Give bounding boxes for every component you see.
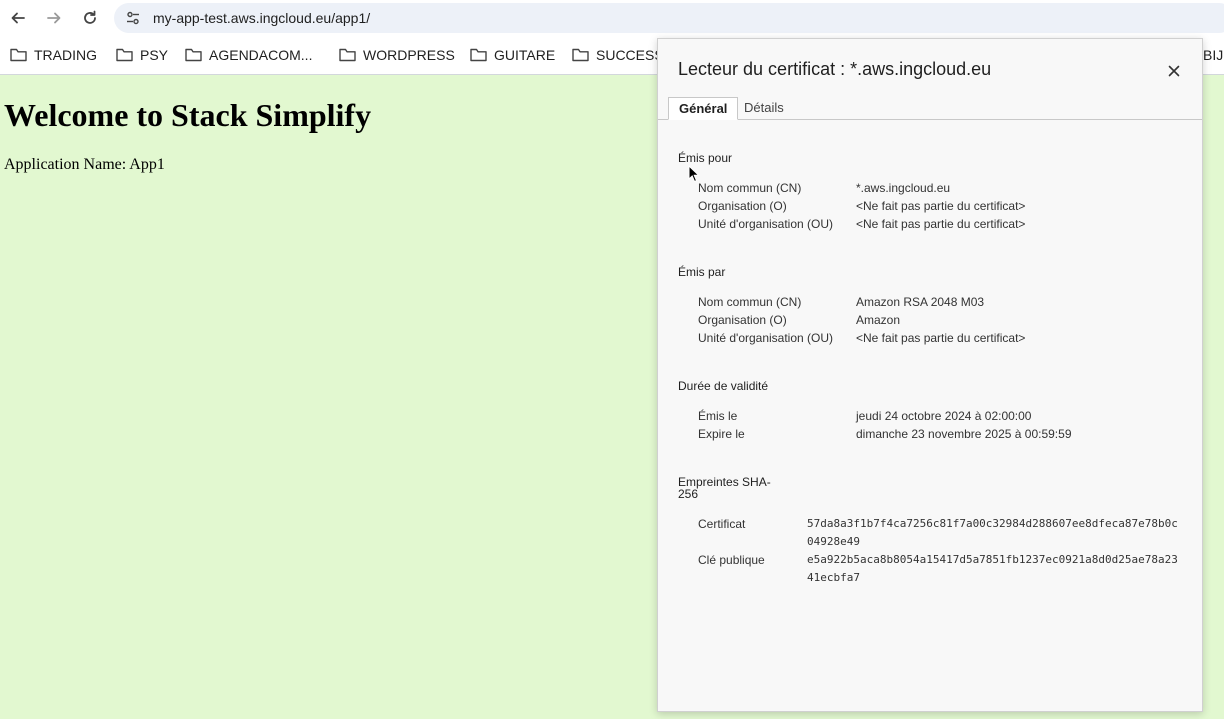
browser-toolbar: my-app-test.aws.ingcloud.eu/app1/ [0, 0, 1224, 36]
bookmark-folder-success[interactable]: SUCCESS [572, 46, 664, 64]
issued-to-ou-label: Unité d'organisation (OU) [698, 217, 834, 231]
folder-icon [470, 48, 487, 62]
fingerprint-cert-value: 57da8a3f1b7f4ca7256c81f7a00c32984d288607… [807, 517, 1178, 548]
section-issued-by-title: Émis par [678, 265, 726, 279]
bookmark-label: BIJ [1203, 47, 1224, 63]
issued-to-ou-value: <Ne fait pas partie du certificat> [856, 217, 1026, 231]
back-arrow-icon [11, 12, 25, 24]
folder-icon [10, 48, 27, 62]
bookmark-label: SUCCESS [596, 47, 664, 63]
fingerprint-pubkey-label: Clé publique [698, 553, 765, 567]
bookmark-label: GUITARE [494, 47, 556, 63]
validity-expires-label: Expire le [698, 427, 745, 441]
folder-icon [116, 48, 133, 62]
validity-issued-label: Émis le [698, 409, 738, 423]
fingerprint-cert-label: Certificat [698, 517, 746, 531]
site-info-tune-icon [127, 11, 139, 25]
mouse-cursor-icon [688, 165, 700, 183]
section-fingerprints-title-line2: 256 [678, 487, 699, 501]
issued-by-o-label: Organisation (O) [698, 313, 787, 327]
section-validity-title: Durée de validité [678, 379, 769, 393]
section-issued-to-title: Émis pour [678, 151, 733, 165]
forward-button[interactable] [42, 6, 66, 30]
issued-to-o-value: <Ne fait pas partie du certificat> [856, 199, 1026, 213]
reload-icon [84, 10, 96, 24]
validity-expires-value: dimanche 23 novembre 2025 à 00:59:59 [856, 427, 1072, 441]
bookmark-folder-wordpress[interactable]: WORDPRESS [339, 46, 455, 64]
page-heading: Welcome to Stack Simplify [4, 97, 372, 133]
folder-icon [185, 48, 202, 62]
reload-button[interactable] [78, 6, 102, 30]
application-name-text: Application Name: App1 [4, 156, 165, 173]
bookmark-folder-bij[interactable]: BIJ [1203, 46, 1223, 64]
issued-by-ou-label: Unité d'organisation (OU) [698, 331, 834, 345]
folder-icon [572, 48, 589, 62]
dialog-tabs: Général Détails [658, 97, 1202, 120]
folder-icon [339, 48, 356, 62]
fingerprint-pubkey-value: e5a922b5aca8b8054a15417d5a7851fb1237ec09… [807, 553, 1178, 584]
issued-to-o-label: Organisation (O) [698, 199, 787, 213]
issued-to-cn-label: Nom commun (CN) [698, 181, 802, 195]
issued-by-ou-value: <Ne fait pas partie du certificat> [856, 331, 1026, 345]
issued-by-o-value: Amazon [856, 313, 901, 327]
tab-general[interactable]: Général [668, 97, 739, 120]
issued-by-cn-label: Nom commun (CN) [698, 295, 802, 309]
tab-details[interactable]: Détails [734, 97, 794, 118]
bookmark-label: PSY [140, 47, 169, 63]
bookmark-folder-guitare[interactable]: GUITARE [470, 46, 555, 64]
close-icon [1168, 65, 1180, 77]
bookmark-label: WORDPRESS [363, 47, 455, 63]
issued-to-cn-value: *.aws.ingcloud.eu [856, 181, 951, 195]
bookmark-folder-psy[interactable]: PSY [116, 46, 168, 64]
issued-by-cn-value: Amazon RSA 2048 M03 [856, 295, 985, 309]
dialog-title: Lecteur du certificat : *.aws.ingcloud.e… [678, 59, 992, 79]
forward-arrow-icon [47, 12, 61, 24]
bookmark-folder-trading[interactable]: TRADING [10, 46, 97, 64]
validity-issued-value: jeudi 24 octobre 2024 à 02:00:00 [856, 409, 1032, 423]
bookmark-label: TRADING [34, 47, 97, 63]
bookmark-folder-agendacom[interactable]: AGENDACOM... [185, 46, 312, 64]
url-text[interactable]: my-app-test.aws.ingcloud.eu/app1/ [153, 9, 370, 27]
close-button[interactable] [1164, 61, 1184, 81]
certificate-viewer-dialog: Lecteur du certificat : *.aws.ingcloud.e… [657, 38, 1203, 712]
site-info-button[interactable] [124, 9, 142, 27]
bookmark-label: AGENDACOM... [209, 47, 313, 63]
back-button[interactable] [6, 6, 30, 30]
